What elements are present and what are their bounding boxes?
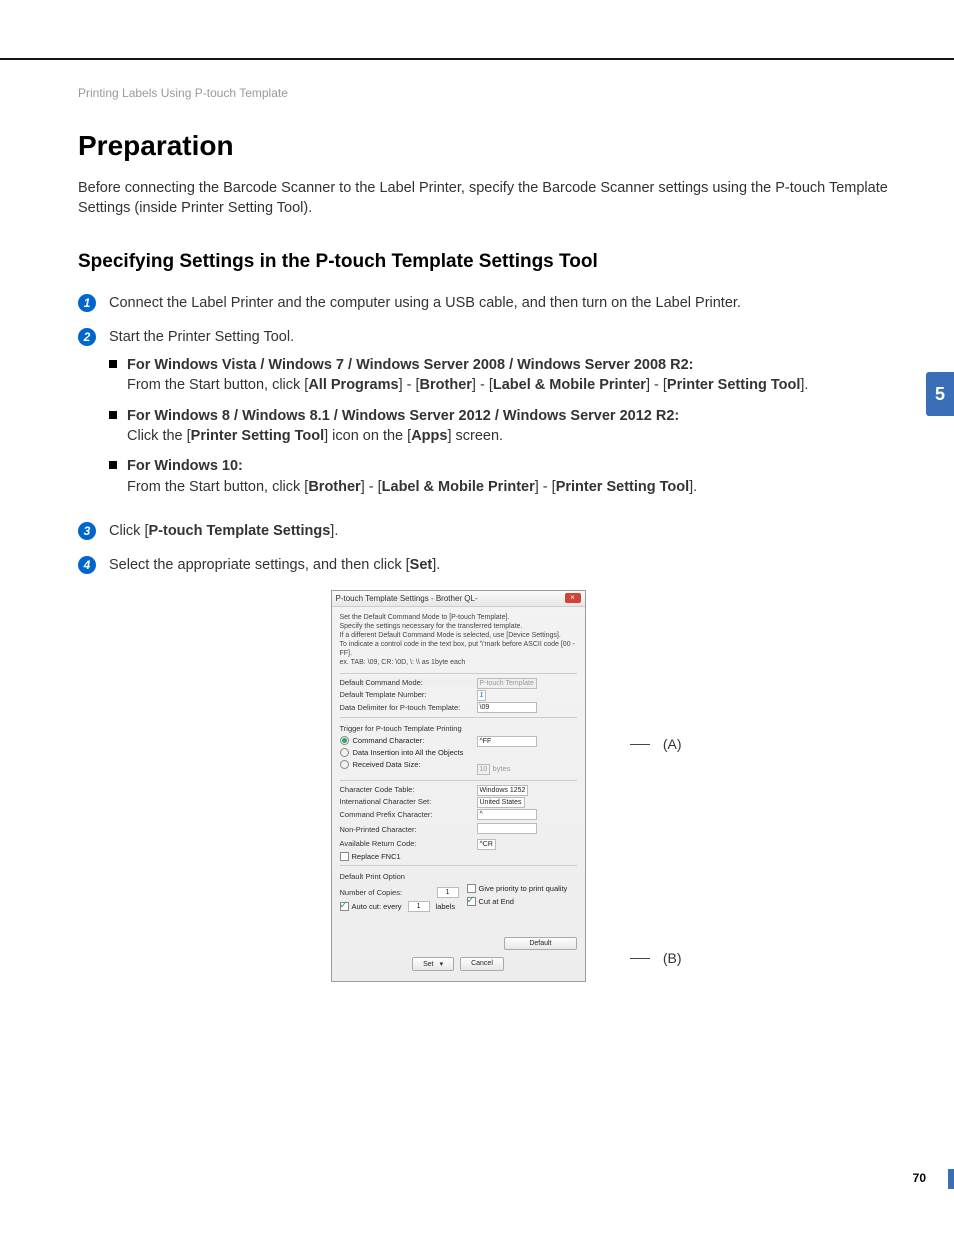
intl-charset-label: International Character Set: — [340, 797, 477, 806]
default-template-number-spinner[interactable]: 1 — [477, 690, 487, 701]
square-bullet-icon — [109, 360, 117, 368]
breadcrumb: Printing Labels Using P-touch Template — [78, 86, 288, 100]
step-1-text: Connect the Label Printer and the comput… — [109, 293, 888, 313]
intl-charset-select[interactable]: United States — [477, 797, 525, 808]
data-delimiter-input[interactable]: \09 — [477, 702, 537, 713]
step-3-text: Click [P-touch Template Settings]. — [109, 521, 888, 541]
step-2-text: Start the Printer Setting Tool. — [109, 327, 888, 347]
sub-body: Click the [Printer Setting Tool] icon on… — [127, 428, 503, 444]
section-title: Specifying Settings in the P-touch Templ… — [78, 251, 888, 273]
square-bullet-icon — [109, 461, 117, 469]
step-4-text: Select the appropriate settings, and the… — [109, 555, 888, 575]
step-1: 1 Connect the Label Printer and the comp… — [78, 293, 888, 313]
callout-a: (A) — [663, 736, 682, 752]
prefix-input[interactable]: ^ — [477, 809, 537, 820]
square-bullet-icon — [109, 411, 117, 419]
radio-icon — [340, 736, 349, 745]
sub-item-vista: For Windows Vista / Windows 7 / Windows … — [109, 355, 888, 396]
page-number-bar — [948, 1169, 954, 1189]
divider — [340, 865, 577, 866]
checkbox-icon — [467, 897, 476, 906]
char-code-select[interactable]: Windows 1252 — [477, 785, 529, 796]
dialog-titlebar: P-touch Template Settings - Brother QL- … — [332, 591, 585, 607]
prefix-label: Command Prefix Character: — [340, 810, 477, 819]
intro-text: Before connecting the Barcode Scanner to… — [78, 178, 888, 219]
command-character-input[interactable]: ^FF — [477, 736, 537, 747]
page-title: Preparation — [78, 130, 888, 162]
default-command-mode-select[interactable]: P-touch Template — [477, 678, 537, 689]
sub-head: For Windows 8 / Windows 8.1 / Windows Se… — [127, 408, 679, 424]
step-2: 2 Start the Printer Setting Tool. For Wi… — [78, 327, 888, 507]
divider — [340, 780, 577, 781]
dialog-screenshot-wrap: (A) (B) P-touch Template Settings - Brot… — [331, 590, 636, 982]
set-button[interactable]: Set ▾ — [412, 957, 454, 971]
sub-head: For Windows 10: — [127, 458, 243, 474]
page-number: 70 — [913, 1171, 926, 1185]
priority-checkbox[interactable]: Give priority to print quality — [467, 884, 577, 893]
cutend-checkbox[interactable]: Cut at End — [467, 897, 577, 906]
radio-icon — [340, 760, 349, 769]
sub-head: For Windows Vista / Windows 7 / Windows … — [127, 357, 693, 373]
copies-label: Number of Copies: — [340, 888, 403, 897]
sub-body: From the Start button, click [All Progra… — [127, 377, 808, 393]
default-print-option-label: Default Print Option — [340, 872, 577, 881]
radio-icon — [340, 748, 349, 757]
radio-command-character[interactable]: Command Character: — [340, 736, 469, 745]
dialog-help-text: Set the Default Command Mode to [P-touch… — [340, 613, 577, 667]
cancel-button[interactable]: Cancel — [460, 957, 504, 971]
nonprinted-label: Non-Printed Character: — [340, 825, 477, 834]
checkbox-icon — [467, 884, 476, 893]
sub-body: From the Start button, click [Brother] -… — [127, 479, 697, 495]
divider — [340, 717, 577, 718]
avail-return-select[interactable]: ^CR — [477, 839, 496, 850]
sub-item-win10: For Windows 10: From the Start button, c… — [109, 456, 888, 497]
received-size-spinner[interactable]: 10 — [477, 764, 491, 775]
callout-b: (B) — [663, 950, 682, 966]
sub-item-win8: For Windows 8 / Windows 8.1 / Windows Se… — [109, 406, 888, 447]
replace-fnc1-checkbox[interactable]: Replace FNC1 — [340, 852, 577, 861]
avail-return-label: Available Return Code: — [340, 839, 477, 848]
default-template-number-label: Default Template Number: — [340, 690, 477, 699]
checkbox-icon — [340, 852, 349, 861]
step-number-badge: 1 — [78, 294, 96, 312]
trigger-group-label: Trigger for P-touch Template Printing — [340, 724, 577, 733]
step-number-badge: 2 — [78, 328, 96, 346]
autocut-spinner[interactable]: 1 — [408, 901, 430, 912]
nonprinted-input[interactable] — [477, 823, 537, 834]
data-delimiter-label: Data Delimiter for P-touch Template: — [340, 703, 477, 712]
close-icon[interactable]: × — [565, 593, 581, 603]
side-chapter-tab: 5 — [926, 372, 954, 416]
ptouch-settings-dialog: P-touch Template Settings - Brother QL- … — [331, 590, 586, 982]
step-number-badge: 4 — [78, 556, 96, 574]
dialog-title: P-touch Template Settings - Brother QL- — [336, 594, 478, 603]
divider — [340, 673, 577, 674]
top-rule — [0, 58, 954, 60]
step-3: 3 Click [P-touch Template Settings]. — [78, 521, 888, 541]
default-command-mode-label: Default Command Mode: — [340, 678, 477, 687]
char-code-label: Character Code Table: — [340, 785, 477, 794]
radio-data-insertion[interactable]: Data Insertion into All the Objects — [340, 748, 469, 757]
default-button[interactable]: Default — [504, 937, 576, 950]
autocut-checkbox[interactable]: Auto cut: every 1 labels — [340, 901, 459, 912]
copies-spinner[interactable]: 1 — [437, 887, 459, 898]
step-4: 4 Select the appropriate settings, and t… — [78, 555, 888, 575]
step-number-badge: 3 — [78, 522, 96, 540]
chevron-down-icon: ▾ — [440, 961, 444, 968]
radio-received-size[interactable]: Received Data Size: — [340, 760, 469, 769]
checkbox-icon — [340, 902, 349, 911]
